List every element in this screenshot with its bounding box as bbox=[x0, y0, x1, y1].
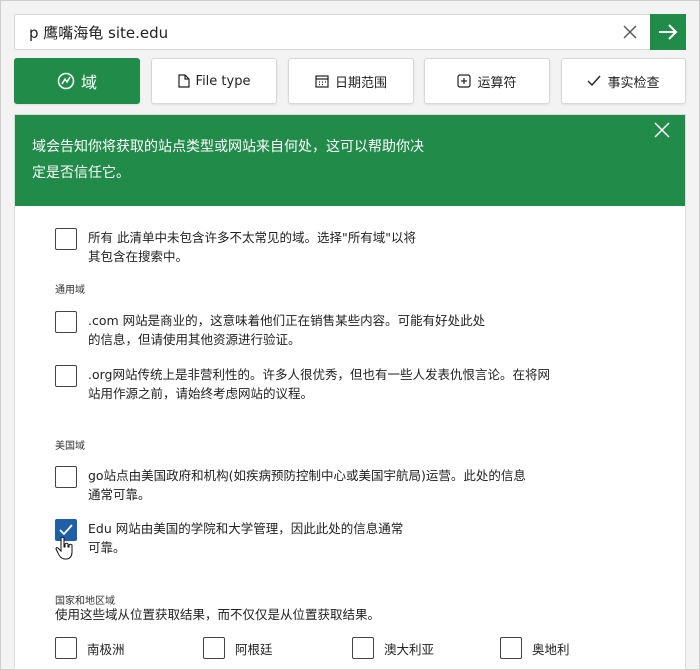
close-icon bbox=[654, 122, 670, 138]
filter-date-label: 日期范围 bbox=[334, 75, 387, 91]
banner-text: 域会告知你将获取的站点类型或网站来自何处，这可以帮助你决定是否信任它。 bbox=[32, 139, 424, 181]
domain-panel: 域会告知你将获取的站点类型或网站来自何处，这可以帮助你决定是否信任它。 所有 此… bbox=[14, 114, 686, 670]
filter-domain-label: 域 bbox=[80, 73, 97, 92]
us-domains-header: 美国域 bbox=[55, 441, 85, 452]
arrow-right-icon bbox=[659, 24, 678, 40]
country-label: 澳大利亚 bbox=[384, 641, 435, 657]
option-org-text: .org网站传统上是非营利性的。许多人很优秀，但也有一些人发表仇恨言论。在将网站… bbox=[88, 367, 550, 401]
australia-checkbox[interactable] bbox=[352, 637, 374, 659]
option-country-antarctica[interactable]: 南极洲 bbox=[55, 637, 125, 659]
banner-close-button[interactable] bbox=[653, 121, 673, 141]
org-checkbox[interactable] bbox=[55, 365, 77, 387]
filter-factcheck-button[interactable]: 事实检查 bbox=[561, 58, 686, 104]
option-com[interactable]: .com 网站是商业的，这意味着他们正在销售某些内容。可能有好处此处的信息，但请… bbox=[55, 311, 488, 349]
domain-icon bbox=[57, 72, 75, 90]
checkmark-icon bbox=[59, 524, 73, 536]
option-gov-text: go站点由美国政府和机构(如疾病预防控制中心或美国宇航局)运营。此处的信息通常可… bbox=[88, 468, 526, 502]
country-label: 阿根廷 bbox=[235, 641, 273, 657]
filter-operator-button[interactable]: 运算符 bbox=[424, 58, 550, 104]
option-all[interactable]: 所有 此清单中未包含许多不太常见的域。选择"所有域"以将其包含在搜索中。 bbox=[55, 228, 418, 266]
filter-filetype-button[interactable]: File type bbox=[151, 58, 277, 104]
plus-box-icon bbox=[457, 74, 472, 88]
search-bar: p 鹰嘴海龟 site.edu bbox=[14, 14, 686, 50]
info-banner: 域会告知你将获取的站点类型或网站来自何处，这可以帮助你决定是否信任它。 bbox=[15, 115, 685, 206]
gov-checkbox[interactable] bbox=[55, 466, 77, 488]
option-edu[interactable]: Edu 网站由美国的学院和大学管理，因此此处的信息通常可靠。 bbox=[55, 519, 408, 557]
option-country-austria[interactable]: 奥地利 bbox=[500, 637, 570, 659]
filter-operator-label: 运算符 bbox=[477, 75, 517, 91]
filter-date-button[interactable]: 日期范围 bbox=[288, 58, 414, 104]
hand-cursor-icon bbox=[55, 536, 73, 560]
com-checkbox[interactable] bbox=[55, 311, 77, 333]
option-edu-text: Edu 网站由美国的学院和大学管理，因此此处的信息通常可靠。 bbox=[88, 521, 404, 555]
search-submit-button[interactable] bbox=[650, 14, 686, 50]
option-country-argentina[interactable]: 阿根廷 bbox=[203, 637, 273, 659]
option-com-text: .com 网站是商业的，这意味着他们正在销售某些内容。可能有好处此处的信息，但请… bbox=[88, 313, 486, 347]
filter-bar: 域 File type 日期范围 运算符 事实检查 bbox=[14, 58, 686, 104]
option-org[interactable]: .org网站传统上是非营利性的。许多人很优秀，但也有一些人发表仇恨言论。在将网站… bbox=[55, 365, 558, 403]
country-domains-description: 使用这些域从位置获取结果，而不仅仅是从位置获取结果。 bbox=[55, 607, 381, 622]
filter-factcheck-label: 事实检查 bbox=[607, 75, 660, 91]
close-icon bbox=[623, 25, 637, 39]
antarctica-checkbox[interactable] bbox=[55, 637, 77, 659]
option-country-australia[interactable]: 澳大利亚 bbox=[352, 637, 434, 659]
checkmark-icon bbox=[587, 75, 602, 87]
argentina-checkbox[interactable] bbox=[203, 637, 225, 659]
file-icon bbox=[177, 74, 190, 88]
search-input[interactable]: p 鹰嘴海龟 site.edu bbox=[15, 22, 616, 43]
option-all-text: 所有 此清单中未包含许多不太常见的域。选择"所有域"以将其包含在搜索中。 bbox=[88, 230, 416, 264]
austria-checkbox[interactable] bbox=[500, 637, 522, 659]
clear-search-button[interactable] bbox=[616, 18, 644, 46]
all-checkbox[interactable] bbox=[55, 228, 77, 250]
filter-filetype-label: File type bbox=[195, 73, 251, 89]
country-label: 奥地利 bbox=[532, 641, 570, 657]
general-domains-header: 通用域 bbox=[55, 285, 85, 296]
calendar-icon bbox=[315, 75, 329, 88]
option-gov[interactable]: go站点由美国政府和机构(如疾病预防控制中心或美国宇航局)运营。此处的信息通常可… bbox=[55, 466, 528, 504]
filter-domain-button[interactable]: 域 bbox=[14, 58, 140, 104]
country-label: 南极洲 bbox=[87, 641, 125, 657]
